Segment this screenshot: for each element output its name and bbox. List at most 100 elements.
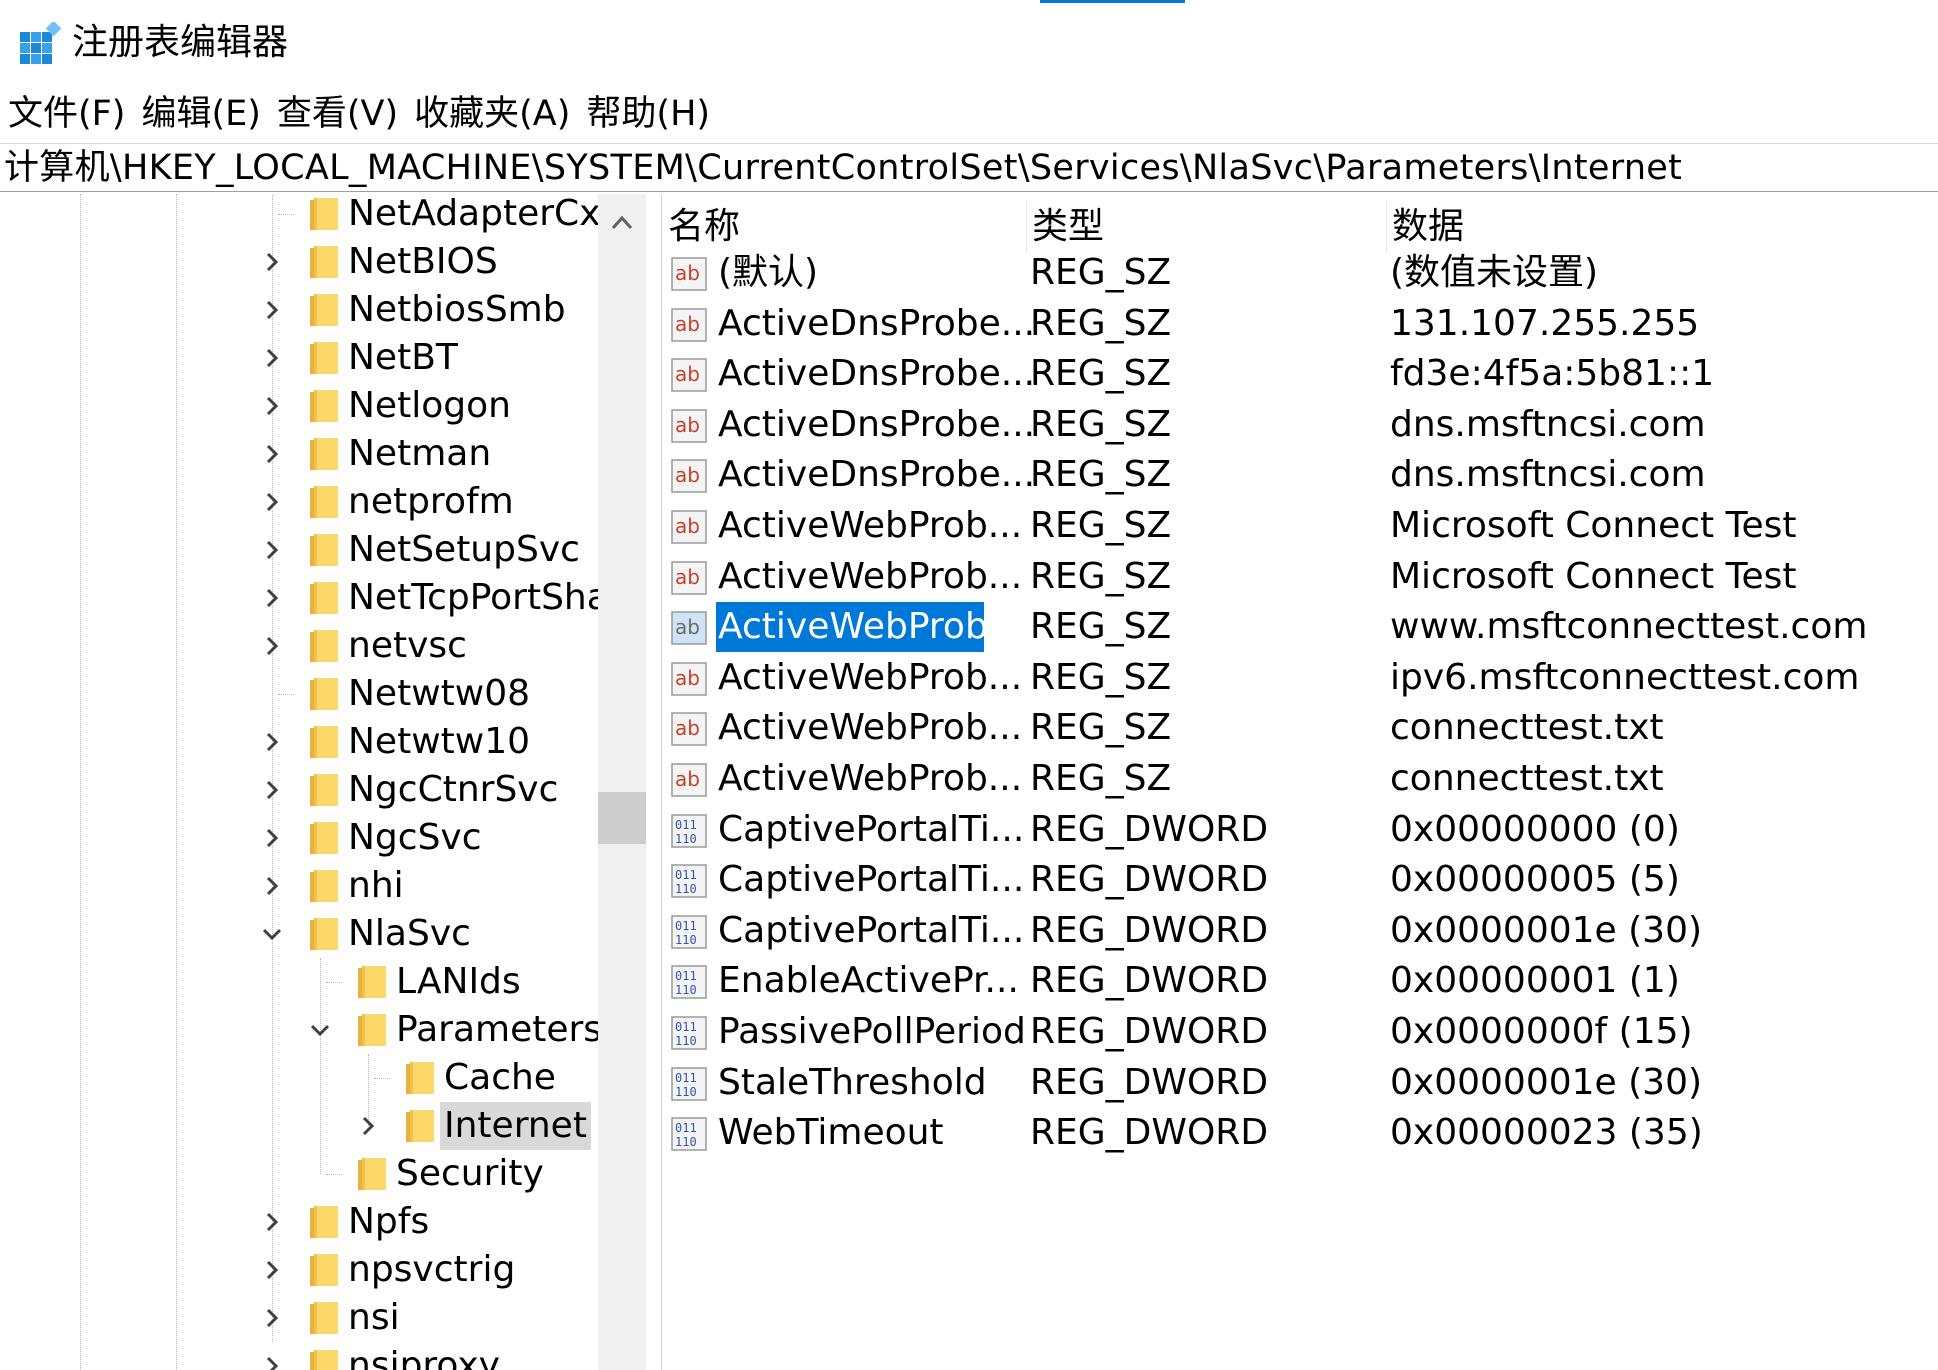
tree-item[interactable]: NetBIOS xyxy=(0,238,598,286)
chevron-right-icon[interactable] xyxy=(260,1306,284,1330)
tree-item-label[interactable]: Netlogon xyxy=(344,382,515,430)
menu-file[interactable]: 文件(F) xyxy=(0,90,133,138)
tree-item[interactable]: NetAdapterCx xyxy=(0,194,598,238)
value-row[interactable]: ab (默认) REG_SZ (数值未设置) xyxy=(662,248,1938,298)
tree-item[interactable]: Netlogon xyxy=(0,382,598,430)
tree-item[interactable]: nsi xyxy=(0,1294,598,1342)
column-header-name[interactable]: 名称 xyxy=(662,202,1026,252)
value-row[interactable]: ab ActiveWebProb... REG_SZ ipv6.msftconnect… xyxy=(662,653,1938,703)
tree-item-label[interactable]: Security xyxy=(392,1150,548,1198)
chevron-right-icon[interactable] xyxy=(260,826,284,850)
tree-item[interactable]: npsvctrig xyxy=(0,1246,598,1294)
address-path[interactable]: 计算机\HKEY_LOCAL_MACHINE\SYSTEM\CurrentCon… xyxy=(4,146,1682,190)
value-row[interactable]: 011 110 PassivePollPeriod REG_DWORD 0x000000… xyxy=(662,1007,1938,1057)
chevron-right-icon[interactable] xyxy=(260,730,284,754)
tree-item[interactable]: Netman xyxy=(0,430,598,478)
tree-item-label[interactable]: Parameters xyxy=(392,1006,598,1054)
value-row[interactable]: ab ActiveWebProb... REG_SZ Microsoft Connec… xyxy=(662,552,1938,602)
tree-item-label[interactable]: NetBIOS xyxy=(344,238,502,286)
tree-item-label[interactable]: NetbiosSmb xyxy=(344,286,570,334)
tree-item[interactable]: NetTcpPortSha xyxy=(0,574,598,622)
value-row[interactable]: 011 110 StaleThreshold REG_DWORD 0x0000001e … xyxy=(662,1058,1938,1108)
tree-scrollbar[interactable] xyxy=(598,194,646,1370)
value-row[interactable]: ab ActiveDnsProbe... REG_SZ 131.107.255.255 xyxy=(662,299,1938,349)
chevron-right-icon[interactable] xyxy=(260,250,284,274)
value-row[interactable]: ab ActiveWebProb... REG_SZ www.msftconnectt… xyxy=(662,602,1938,653)
chevron-down-icon[interactable] xyxy=(260,922,284,946)
value-row[interactable]: ab ActiveWebProb... REG_SZ Microsoft Connec… xyxy=(662,501,1938,551)
menu-edit[interactable]: 编辑(E) xyxy=(133,90,268,138)
value-row[interactable]: 011 110 WebTimeout REG_DWORD 0x00000023 (35) xyxy=(662,1108,1938,1158)
menu-help[interactable]: 帮助(H) xyxy=(578,90,718,138)
scroll-thumb[interactable] xyxy=(598,792,646,844)
chevron-right-icon[interactable] xyxy=(260,778,284,802)
value-row[interactable]: 011 110 EnableActivePr... REG_DWORD 0x000000… xyxy=(662,956,1938,1006)
column-header-data[interactable]: 数据 xyxy=(1386,202,1938,252)
tree-item[interactable]: NetSetupSvc xyxy=(0,526,598,574)
tree-item-label[interactable]: NetBT xyxy=(344,334,462,382)
tree-item-label[interactable]: Internet xyxy=(440,1102,591,1150)
scroll-up-arrow-icon[interactable] xyxy=(598,202,646,242)
pane-splitter[interactable] xyxy=(646,194,662,1370)
chevron-right-icon[interactable] xyxy=(260,586,284,610)
chevron-right-icon[interactable] xyxy=(260,634,284,658)
menu-favorites[interactable]: 收藏夹(A) xyxy=(406,90,578,138)
tree-item-label[interactable]: Netwtw10 xyxy=(344,718,534,766)
tree-item-label[interactable]: Netwtw08 xyxy=(344,670,534,718)
tree-item-label[interactable]: NgcSvc xyxy=(344,814,486,862)
tree-item[interactable]: nhi xyxy=(0,862,598,910)
tree-item[interactable]: Npfs xyxy=(0,1198,598,1246)
chevron-right-icon[interactable] xyxy=(260,1354,284,1370)
menu-view[interactable]: 查看(V) xyxy=(269,90,406,138)
tree-item-label[interactable]: NgcCtnrSvc xyxy=(344,766,562,814)
tree-item[interactable]: Netwtw10 xyxy=(0,718,598,766)
tree-item-label[interactable]: Cache xyxy=(440,1054,560,1102)
chevron-right-icon[interactable] xyxy=(260,874,284,898)
chevron-right-icon[interactable] xyxy=(260,1210,284,1234)
tree-item-label[interactable]: Npfs xyxy=(344,1198,433,1246)
tree-item[interactable]: netprofm xyxy=(0,478,598,526)
column-header-type[interactable]: 类型 xyxy=(1026,202,1386,252)
tree-item[interactable]: Netwtw08 xyxy=(0,670,598,718)
address-bar[interactable]: 计算机\HKEY_LOCAL_MACHINE\SYSTEM\CurrentCon… xyxy=(0,143,1938,192)
chevron-right-icon[interactable] xyxy=(260,298,284,322)
value-row[interactable]: ab ActiveDnsProbe... REG_SZ dns.msftncsi.co… xyxy=(662,450,1938,500)
tree-item[interactable]: LANIds xyxy=(0,958,598,1006)
tree-item-label[interactable]: npsvctrig xyxy=(344,1246,519,1294)
tree-item[interactable]: NgcCtnrSvc xyxy=(0,766,598,814)
tree-item[interactable]: netvsc xyxy=(0,622,598,670)
tree-item[interactable]: NgcSvc xyxy=(0,814,598,862)
value-row[interactable]: ab ActiveWebProb... REG_SZ connecttest.txt xyxy=(662,703,1938,753)
tree-item[interactable]: nsiproxy xyxy=(0,1342,598,1370)
tree-item-label[interactable]: netprofm xyxy=(344,478,518,526)
value-row[interactable]: ab ActiveWebProb... REG_SZ connecttest.txt xyxy=(662,754,1938,804)
tree-item[interactable]: Cache xyxy=(0,1054,598,1102)
chevron-right-icon[interactable] xyxy=(260,538,284,562)
values-list-pane[interactable]: 名称 类型 数据 ab (默认) REG_SZ (数值未设置) ab ActiveDnsP… xyxy=(662,194,1938,1370)
chevron-down-icon[interactable] xyxy=(308,1018,332,1042)
key-tree-pane[interactable]: NetAdapterCx NetBIOS NetbiosSmb NetBT Netlog… xyxy=(0,194,598,1370)
chevron-right-icon[interactable] xyxy=(260,346,284,370)
chevron-right-icon[interactable] xyxy=(356,1114,380,1138)
chevron-right-icon[interactable] xyxy=(260,1258,284,1282)
tree-item[interactable]: Internet xyxy=(0,1102,598,1150)
tree-item-label[interactable]: NetSetupSvc xyxy=(344,526,584,574)
value-row[interactable]: 011 110 CaptivePortalTi... REG_DWORD 0x00000… xyxy=(662,855,1938,905)
tree-item-label[interactable]: netvsc xyxy=(344,622,471,670)
tree-item-label[interactable]: nsiproxy xyxy=(344,1342,504,1370)
chevron-right-icon[interactable] xyxy=(260,442,284,466)
tree-item[interactable]: NetbiosSmb xyxy=(0,286,598,334)
value-row[interactable]: ab ActiveDnsProbe... REG_SZ fd3e:4f5a:5b81:… xyxy=(662,349,1938,399)
tree-item[interactable]: Parameters xyxy=(0,1006,598,1054)
tree-item[interactable]: NlaSvc xyxy=(0,910,598,958)
tree-item-label[interactable]: NlaSvc xyxy=(344,910,475,958)
chevron-right-icon[interactable] xyxy=(260,394,284,418)
tree-item[interactable]: NetBT xyxy=(0,334,598,382)
tree-item-label[interactable]: nsi xyxy=(344,1294,404,1342)
chevron-right-icon[interactable] xyxy=(260,490,284,514)
tree-item-label[interactable]: NetTcpPortSha xyxy=(344,574,598,622)
value-row[interactable]: 011 110 CaptivePortalTi... REG_DWORD 0x00000… xyxy=(662,906,1938,956)
tree-item-label[interactable]: Netman xyxy=(344,430,495,478)
tree-item-label[interactable]: nhi xyxy=(344,862,408,910)
tree-item[interactable]: Security xyxy=(0,1150,598,1198)
